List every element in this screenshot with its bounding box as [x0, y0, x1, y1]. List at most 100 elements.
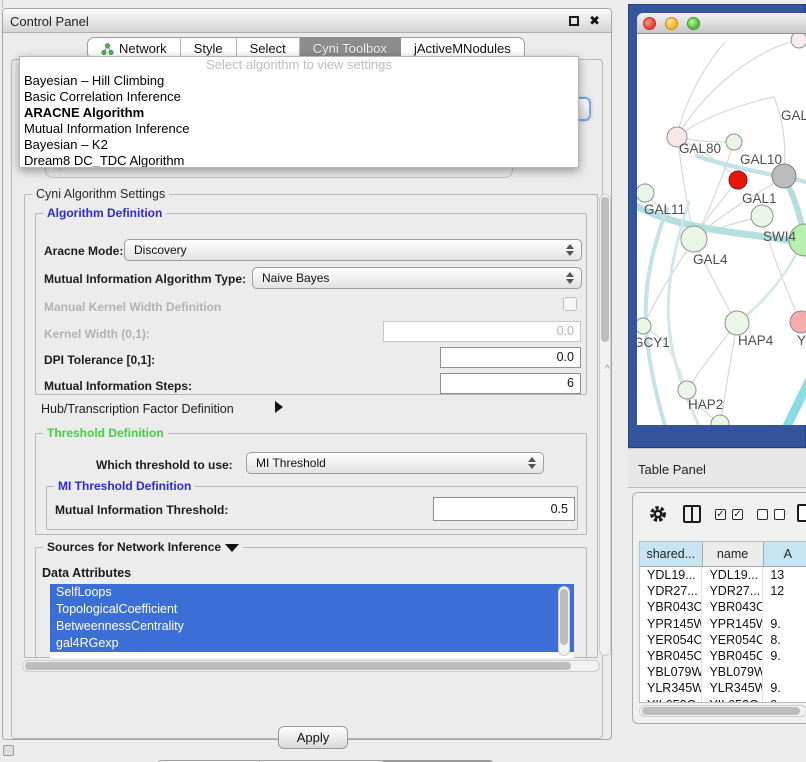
settings-vertical-scrollbar[interactable] — [599, 194, 611, 656]
mi-steps-field[interactable]: 6 — [440, 373, 581, 394]
tab-label: Cyni Toolbox — [313, 41, 387, 56]
network-edge — [721, 324, 737, 422]
table-cell: YBR043C — [702, 599, 763, 615]
table-horizontal-scrollbar[interactable] — [639, 705, 806, 717]
table-panel-title: Table Panel — [638, 462, 706, 477]
column-header-name[interactable]: name — [703, 542, 764, 567]
attribute-item-topologicalcoefficient[interactable]: TopologicalCoefficient — [50, 601, 574, 618]
table-cell: YPR145W — [640, 616, 702, 632]
dropdown-item-dream8-dc-tdc-algorithm[interactable]: Dream8 DC_TDC Algorithm — [20, 153, 578, 168]
table-cell — [763, 664, 806, 680]
network-view-window[interactable]: GAL80GAL10GAL1GAL11GAL4SWI4GCY1HAP4HAP2G… — [628, 4, 806, 448]
network-node-small-green-1[interactable] — [726, 134, 742, 150]
dropdown-placeholder: Select algorithm to view settings — [20, 57, 578, 73]
network-node-hap4[interactable] — [725, 311, 749, 335]
minimize-traffic-light-icon[interactable] — [665, 17, 678, 30]
manual-kernel-label: Manual Kernel Width Definition — [44, 300, 221, 314]
table-hscrollbar-thumb[interactable] — [642, 707, 800, 715]
node-label-hap2: HAP2 — [688, 397, 723, 412]
manual-kernel-checkbox[interactable] — [563, 297, 577, 311]
attributes-list-scrollbar[interactable] — [558, 586, 570, 656]
network-node-gal4[interactable] — [681, 226, 707, 252]
unchecked-checkbox-icon[interactable] — [774, 509, 785, 520]
mi-threshold-group: MI Threshold Definition Mutual Informati… — [46, 486, 578, 530]
dpi-tolerance-field[interactable]: 0.0 — [440, 347, 581, 368]
algorithm-definition-title: Algorithm Definition — [43, 206, 166, 220]
spinner-arrows-icon — [566, 244, 574, 256]
expand-arrow-icon[interactable] — [275, 401, 283, 413]
table-row[interactable]: YBR043CYBR043C — [640, 599, 806, 615]
collapse-arrow-icon — [225, 544, 239, 552]
table-cell: YDL19... — [702, 567, 763, 583]
network-node-gal10[interactable] — [772, 164, 796, 188]
attribute-item-selfloops[interactable]: SelfLoops — [50, 584, 574, 601]
network-edge — [785, 364, 806, 425]
dropdown-item-mutual-information-inference[interactable]: Mutual Information Inference — [20, 121, 578, 137]
dropdown-item-aracne-algorithm[interactable]: ARACNE Algorithm — [20, 105, 578, 121]
network-node-pink-right[interactable] — [790, 311, 806, 333]
network-window-titlebar[interactable] — [637, 13, 806, 34]
table-panel-header[interactable]: Table Panel — [628, 448, 806, 488]
network-node-gal1[interactable] — [751, 205, 773, 227]
table-row[interactable]: YLR345WYLR345W9. — [640, 680, 806, 696]
table-row[interactable]: YBR045CYBR045C9. — [640, 648, 806, 664]
network-node-gal11[interactable] — [637, 184, 654, 202]
table-row[interactable]: YDL19...YDL19...13 — [640, 567, 806, 583]
apply-button[interactable]: Apply — [278, 726, 348, 749]
network-icon — [101, 43, 114, 55]
network-graph: GAL80GAL10GAL1GAL11GAL4SWI4GCY1HAP4HAP2G… — [637, 34, 806, 425]
settings-horizontal-scrollbar[interactable] — [22, 660, 600, 672]
table-row[interactable]: YER054CYER054C8. — [640, 632, 806, 648]
application-window: Control Panel ✖ NetworkStyleSelectCyni T… — [0, 0, 806, 762]
network-node-gcy1[interactable] — [637, 318, 651, 334]
table-body: YDL19...YDL19...13YDR27...YDR27...12YBR0… — [640, 567, 806, 703]
node-label-y: Y — [797, 333, 806, 348]
close-icon[interactable]: ✖ — [589, 13, 600, 29]
checked-checkbox-icon[interactable]: ✓ — [715, 509, 726, 520]
document-icon[interactable] — [797, 504, 806, 522]
aracne-mode-combo[interactable]: Discovery — [124, 239, 582, 261]
dropdown-item-bayesian-k2[interactable]: Bayesian – K2 — [20, 137, 578, 153]
attribute-item-gal4rgexp[interactable]: gal4RGexp — [50, 635, 574, 652]
settings-gear-icon[interactable] — [648, 504, 668, 524]
tab-label: jActiveMNodules — [414, 41, 511, 56]
column-header-shared[interactable]: shared... — [640, 542, 703, 567]
close-traffic-light-icon[interactable] — [643, 17, 656, 30]
table-cell: YIL052C — [702, 697, 763, 704]
table-cell: 8. — [763, 632, 806, 648]
split-columns-icon[interactable] — [683, 505, 701, 523]
table-row[interactable]: YBL079WYBL079W — [640, 664, 806, 680]
checked-checkbox-icon[interactable]: ✓ — [732, 509, 743, 520]
settings-vscrollbar-thumb[interactable] — [601, 197, 609, 342]
panel-resize-handle[interactable]: ^ — [605, 364, 610, 375]
minimized-panel-icon[interactable] — [3, 745, 14, 756]
attribute-item-betweennesscentrality[interactable]: BetweennessCentrality — [50, 618, 574, 635]
network-node-top-cut[interactable] — [791, 34, 806, 48]
network-node-bottom-cut[interactable] — [711, 415, 729, 425]
which-threshold-combo[interactable]: MI Threshold — [246, 452, 544, 474]
attributes-scrollbar-thumb[interactable] — [560, 589, 568, 645]
data-attributes-list[interactable]: SelfLoopsTopologicalCoefficientBetweenne… — [50, 584, 574, 658]
mi-type-combo[interactable]: Naive Bayes — [252, 267, 582, 289]
zoom-traffic-light-icon[interactable] — [687, 17, 700, 30]
which-threshold-label: Which threshold to use: — [96, 458, 233, 472]
column-header-a[interactable]: A — [764, 542, 806, 567]
table-cell: YBL079W — [702, 664, 763, 680]
float-window-icon[interactable] — [569, 16, 579, 26]
table-panel: ✓ ✓ shared...nameA YDL19...YDL19...13YDR… — [632, 492, 806, 724]
table-row[interactable]: YIL052CYIL052C9. — [640, 697, 806, 704]
table-row[interactable]: YDR27...YDR27...12 — [640, 583, 806, 599]
kernel-width-field[interactable]: 0.0 — [383, 321, 581, 342]
dropdown-item-basic-correlation-inference[interactable]: Basic Correlation Inference — [20, 89, 578, 105]
settings-hscrollbar-thumb[interactable] — [25, 662, 571, 670]
kernel-width-label: Kernel Width (0,1): — [44, 327, 150, 341]
control-panel-header[interactable]: Control Panel ✖ — [3, 9, 611, 33]
node-label-gal80: GAL80 — [679, 141, 721, 156]
dropdown-item-bayesian-hill-climbing[interactable]: Bayesian – Hill Climbing — [20, 73, 578, 89]
unchecked-checkbox-icon[interactable] — [757, 509, 768, 520]
table-row[interactable]: YPR145WYPR145W9. — [640, 616, 806, 632]
mi-threshold-field[interactable]: 0.5 — [433, 497, 575, 521]
sources-group-title[interactable]: Sources for Network Inference — [43, 540, 243, 554]
network-node-red-node[interactable] — [729, 171, 747, 189]
network-canvas[interactable]: GAL80GAL10GAL1GAL11GAL4SWI4GCY1HAP4HAP2G… — [637, 34, 806, 425]
